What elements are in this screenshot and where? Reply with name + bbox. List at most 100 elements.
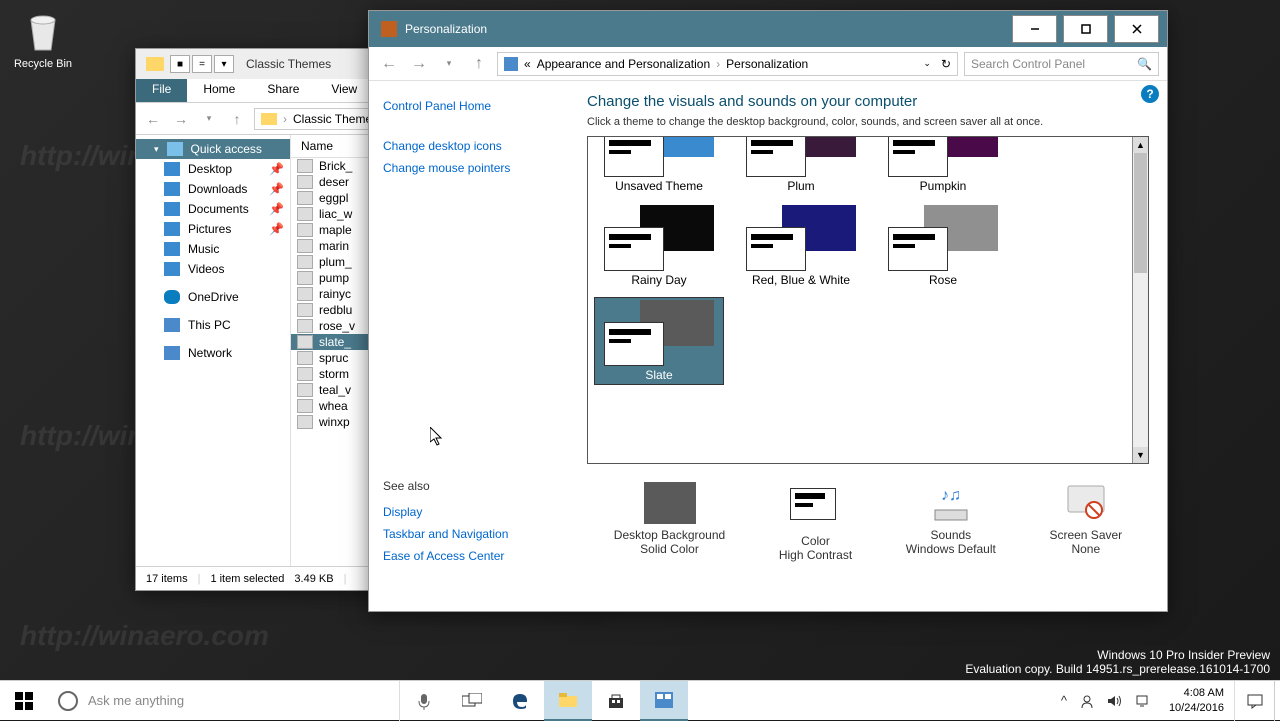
menu-home[interactable]: Home [187, 79, 251, 102]
taskbar: Ask me anything ^ 4:08 AM 10/24/2016 [0, 680, 1280, 720]
theme-item[interactable]: Rose [878, 203, 1008, 289]
taskbar-store[interactable] [592, 681, 640, 721]
color-setting[interactable]: Color High Contrast [779, 482, 852, 562]
tray-volume-icon[interactable] [1107, 694, 1123, 708]
recycle-bin[interactable]: Recycle Bin [8, 8, 78, 70]
file-icon [297, 399, 313, 413]
sidebar-desktop[interactable]: Desktop📌 [136, 159, 290, 179]
nav-back[interactable]: ← [377, 52, 401, 76]
explorer-sidebar: ▾Quick access Desktop📌 Downloads📌 Docume… [136, 135, 291, 566]
file-icon [297, 287, 313, 301]
tray-overflow[interactable]: ^ [1061, 693, 1067, 708]
show-desktop-button[interactable] [1274, 681, 1280, 721]
screen-saver-setting[interactable]: Screen Saver None [1049, 482, 1122, 562]
taskbar-edge[interactable] [496, 681, 544, 721]
change-mouse-pointers-link[interactable]: Change mouse pointers [383, 157, 555, 179]
maximize-button[interactable] [1063, 15, 1108, 43]
scroll-down[interactable]: ▼ [1133, 447, 1148, 463]
control-panel-home-link[interactable]: Control Panel Home [383, 95, 555, 117]
sidebar-videos[interactable]: Videos [136, 259, 290, 279]
sidebar-documents[interactable]: Documents📌 [136, 199, 290, 219]
breadcrumb[interactable]: « Appearance and Personalization › Perso… [497, 52, 958, 76]
menu-view[interactable]: View [315, 79, 373, 102]
page-subtitle: Click a theme to change the desktop back… [587, 116, 1149, 128]
taskbar-explorer[interactable] [544, 681, 592, 721]
scroll-thumb[interactable] [1134, 153, 1147, 273]
start-button[interactable] [0, 681, 48, 721]
minimize-button[interactable] [1012, 15, 1057, 43]
svg-text:♪♫: ♪♫ [941, 487, 961, 504]
personalization-window: Personalization ← → ▾ ↑ « Appearance and… [368, 10, 1168, 612]
nav-back[interactable]: ← [142, 108, 164, 130]
scroll-up[interactable]: ▲ [1133, 137, 1148, 153]
search-input[interactable]: Search Control Panel 🔍 [964, 52, 1159, 76]
theme-item[interactable]: Unsaved Theme [594, 137, 724, 195]
qat-dropdown[interactable]: ▾ [214, 55, 234, 73]
nav-forward[interactable]: → [407, 52, 431, 76]
cp-sidebar: Control Panel Home Change desktop icons … [369, 81, 569, 611]
sidebar-network[interactable]: Network [136, 343, 290, 363]
theme-scrollbar[interactable]: ▲ ▼ [1132, 137, 1148, 463]
qat-button[interactable]: = [192, 55, 212, 73]
sidebar-onedrive[interactable]: OneDrive [136, 287, 290, 307]
file-icon [297, 415, 313, 429]
window-title: Personalization [397, 22, 1006, 36]
menu-share[interactable]: Share [251, 79, 315, 102]
build-info: Windows 10 Pro Insider Preview Evaluatio… [965, 648, 1270, 676]
ease-of-access-link[interactable]: Ease of Access Center [383, 545, 555, 567]
recycle-bin-icon [19, 8, 67, 56]
sounds-icon: ♪♫ [925, 482, 977, 524]
file-icon [297, 271, 313, 285]
file-icon [297, 223, 313, 237]
close-button[interactable] [1114, 15, 1159, 43]
folder-icon [146, 57, 164, 71]
file-icon [297, 255, 313, 269]
taskbar-mic[interactable] [400, 681, 448, 721]
see-also-header: See also [383, 479, 555, 493]
nav-up[interactable]: ↑ [226, 108, 248, 130]
desktop-background-setting[interactable]: Desktop Background Solid Color [614, 482, 725, 562]
sidebar-quick-access[interactable]: ▾Quick access [136, 139, 290, 159]
search-icon: 🔍 [1137, 57, 1152, 71]
file-icon [297, 383, 313, 397]
sidebar-downloads[interactable]: Downloads📌 [136, 179, 290, 199]
theme-item[interactable]: Pumpkin [878, 137, 1008, 195]
taskbar-control-panel[interactable] [640, 681, 688, 721]
file-icon [297, 335, 313, 349]
tray-people-icon[interactable] [1079, 693, 1095, 709]
file-icon [297, 175, 313, 189]
file-icon [297, 159, 313, 173]
nav-dropdown[interactable]: ▾ [198, 108, 220, 130]
file-icon [297, 319, 313, 333]
qat-button[interactable]: ■ [170, 55, 190, 73]
nav-dropdown[interactable]: ▾ [437, 52, 461, 76]
theme-item[interactable]: Slate [594, 297, 724, 385]
help-button[interactable]: ? [1141, 85, 1159, 103]
change-desktop-icons-link[interactable]: Change desktop icons [383, 135, 555, 157]
task-view-button[interactable] [448, 681, 496, 721]
tray-network-icon[interactable] [1135, 694, 1151, 708]
theme-item[interactable]: Red, Blue & White [736, 203, 866, 289]
taskbar-search[interactable]: Ask me anything [48, 681, 400, 721]
menu-file[interactable]: File [136, 79, 187, 102]
action-center-button[interactable] [1234, 681, 1274, 721]
taskbar-clock[interactable]: 4:08 AM 10/24/2016 [1159, 686, 1234, 715]
file-icon [297, 367, 313, 381]
display-link[interactable]: Display [383, 501, 555, 523]
cortana-icon [58, 691, 78, 711]
sidebar-this-pc[interactable]: This PC [136, 315, 290, 335]
control-panel-icon [381, 21, 397, 37]
theme-item[interactable]: Rainy Day [594, 203, 724, 289]
nav-forward[interactable]: → [170, 108, 192, 130]
sounds-setting[interactable]: ♪♫ Sounds Windows Default [906, 482, 996, 562]
file-icon [297, 303, 313, 317]
sidebar-pictures[interactable]: Pictures📌 [136, 219, 290, 239]
file-icon [297, 191, 313, 205]
theme-item[interactable]: Plum [736, 137, 866, 195]
nav-up[interactable]: ↑ [467, 52, 491, 76]
sidebar-music[interactable]: Music [136, 239, 290, 259]
file-icon [297, 207, 313, 221]
theme-panel: Unsaved ThemePlumPumpkin Rainy DayRed, Bl… [587, 136, 1149, 464]
file-icon [297, 351, 313, 365]
taskbar-link[interactable]: Taskbar and Navigation [383, 523, 555, 545]
